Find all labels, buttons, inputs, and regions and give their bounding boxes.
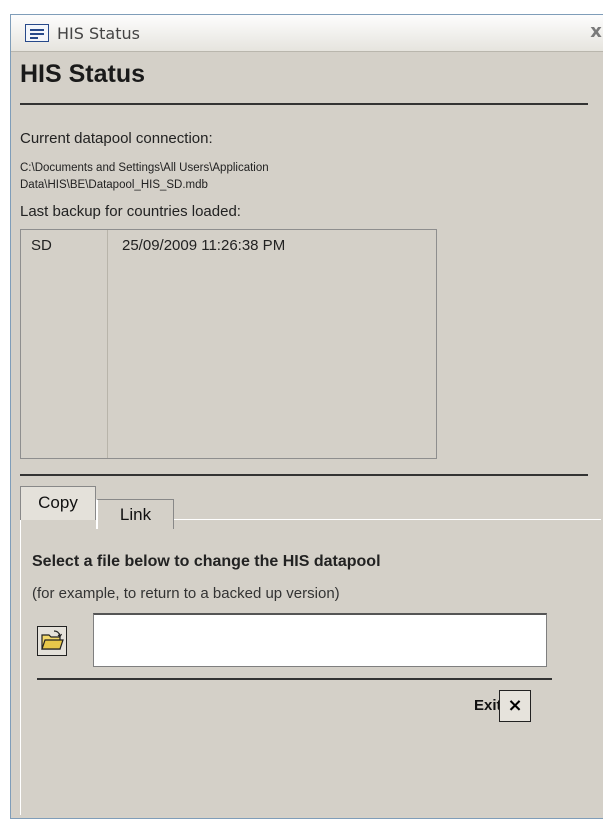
connection-path-line-2: Data\HIS\BE\Datapool_HIS_SD.mdb bbox=[20, 179, 208, 191]
backup-timestamp: 25/09/2009 11:26:38 PM bbox=[122, 237, 286, 254]
tab-copy[interactable]: Copy bbox=[20, 486, 96, 520]
open-folder-icon bbox=[41, 630, 64, 650]
connection-path-line-1: C:\Documents and Settings\All Users\Appl… bbox=[20, 162, 269, 174]
copy-panel-title: Select a file below to change the HIS da… bbox=[32, 553, 381, 570]
tab-link[interactable]: Link bbox=[96, 499, 174, 529]
page-title: HIS Status bbox=[20, 60, 146, 88]
exit-label: Exit bbox=[474, 697, 502, 714]
window-title: HIS Status bbox=[57, 24, 140, 43]
title-bar[interactable]: HIS Status x bbox=[11, 15, 603, 52]
exit-button[interactable]: × bbox=[499, 690, 531, 722]
backup-label: Last backup for countries loaded: bbox=[20, 203, 241, 220]
country-code: SD bbox=[31, 237, 52, 254]
section-divider bbox=[20, 474, 588, 476]
file-divider bbox=[37, 678, 552, 680]
connection-path: C:\Documents and Settings\All Users\Appl… bbox=[20, 160, 460, 194]
browse-file-button[interactable] bbox=[37, 626, 67, 656]
backup-list[interactable]: SD 25/09/2009 11:26:38 PM bbox=[20, 229, 437, 459]
copy-panel-subtitle: (for example, to return to a backed up v… bbox=[32, 585, 340, 602]
form-icon bbox=[25, 24, 49, 42]
connection-label: Current datapool connection: bbox=[20, 130, 213, 147]
heading-divider bbox=[20, 103, 588, 105]
column-divider bbox=[107, 230, 108, 458]
close-icon[interactable]: x bbox=[586, 21, 603, 43]
file-path-input[interactable] bbox=[93, 613, 547, 667]
